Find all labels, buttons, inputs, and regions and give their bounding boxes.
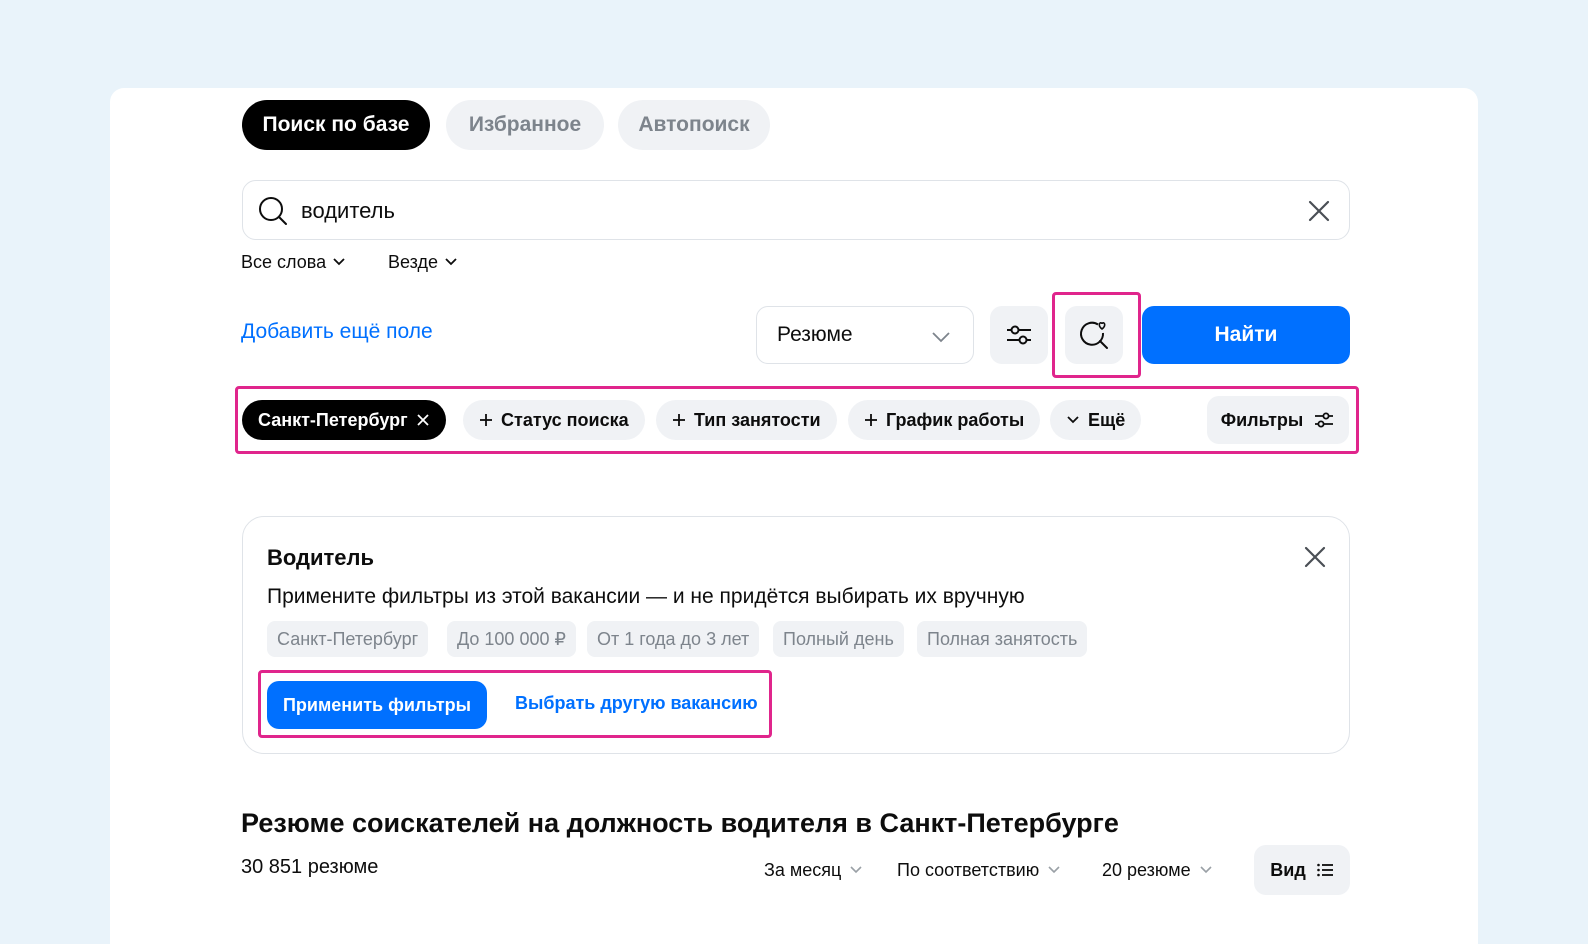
filters-button[interactable]: Фильтры — [1207, 396, 1349, 444]
chip-employment-type-label: Тип занятости — [694, 409, 821, 430]
chip-schedule-label: График работы — [886, 409, 1025, 430]
filters-label: Фильтры — [1220, 409, 1304, 430]
tab-search-database[interactable]: Поиск по базе — [242, 100, 430, 150]
type-select-value: Резюме — [777, 323, 853, 346]
chip-employment-type[interactable]: Тип занятости — [656, 400, 837, 440]
sort-label: По соответствию — [897, 859, 1040, 880]
chip-more[interactable]: Ещё — [1050, 400, 1142, 440]
choose-other-vacancy-link[interactable]: Выбрать другую вакансию — [515, 693, 758, 714]
period-label: За месяц — [764, 859, 842, 880]
sliders-icon — [1315, 412, 1334, 428]
vacancy-card: Водитель Примените фильтры из этой вакан… — [242, 516, 1350, 754]
vacancy-tag: Полный день — [773, 621, 904, 657]
results-count: 30 851 резюме — [241, 856, 379, 878]
search-heart-icon — [1080, 321, 1108, 349]
plus-icon — [865, 414, 877, 426]
vacancy-tag: От 1 года до 3 лет — [587, 621, 760, 657]
chip-more-label: Ещё — [1088, 409, 1126, 430]
tab-autosearch[interactable]: Автопоиск — [618, 100, 770, 150]
close-icon[interactable] — [416, 413, 430, 427]
close-icon[interactable] — [1305, 197, 1333, 225]
chip-city[interactable]: Санкт-Петербург — [242, 400, 446, 440]
scope-label: Везде — [388, 251, 438, 272]
plus-icon — [480, 414, 492, 426]
vacancy-subtitle: Примените фильтры из этой вакансии — и н… — [267, 585, 1025, 608]
chevron-down-icon — [445, 258, 457, 266]
type-select[interactable]: Резюме — [756, 306, 974, 364]
search-box — [242, 180, 1350, 240]
results-title: Резюме соискателей на должность водителя… — [241, 808, 1119, 838]
period-select[interactable]: За месяц — [764, 858, 863, 882]
plus-icon — [673, 414, 685, 426]
list-icon — [1316, 863, 1333, 877]
add-field-link[interactable]: Добавить ещё поле — [241, 320, 433, 344]
chip-schedule[interactable]: График работы — [848, 400, 1041, 440]
chip-city-label: Санкт-Петербург — [258, 409, 408, 430]
vacancy-title: Водитель — [267, 545, 375, 570]
chevron-down-icon — [333, 258, 345, 266]
chevron-down-icon — [932, 332, 950, 343]
sort-select[interactable]: По соответствию — [897, 858, 1061, 882]
word-mode-select[interactable]: Все слова — [241, 250, 346, 274]
per-page-label: 20 резюме — [1102, 859, 1191, 880]
search-input[interactable] — [301, 193, 1261, 229]
view-button[interactable]: Вид — [1254, 845, 1350, 895]
chevron-down-icon — [1048, 866, 1060, 874]
search-icon — [259, 197, 287, 225]
sliders-icon — [1007, 325, 1031, 345]
save-search-button[interactable] — [1065, 306, 1123, 364]
find-button[interactable]: Найти — [1142, 306, 1350, 364]
chip-search-status[interactable]: Статус поиска — [463, 400, 645, 440]
vacancy-tag: До 100 000 ₽ — [447, 621, 576, 657]
tab-favorites[interactable]: Избранное — [446, 100, 604, 150]
close-icon[interactable] — [1301, 543, 1329, 571]
chevron-down-icon — [1200, 866, 1212, 874]
per-page-select[interactable]: 20 резюме — [1102, 858, 1213, 882]
chevron-down-icon — [850, 866, 862, 874]
chip-search-status-label: Статус поиска — [501, 409, 629, 430]
vacancy-tag: Санкт-Петербург — [267, 621, 429, 657]
chevron-down-icon — [1067, 416, 1079, 424]
word-mode-label: Все слова — [241, 251, 327, 272]
settings-button[interactable] — [990, 306, 1048, 364]
apply-filters-button[interactable]: Применить фильтры — [267, 681, 487, 729]
scope-select[interactable]: Везде — [388, 250, 458, 274]
view-label: Вид — [1270, 859, 1306, 880]
vacancy-tag: Полная занятость — [917, 621, 1088, 657]
